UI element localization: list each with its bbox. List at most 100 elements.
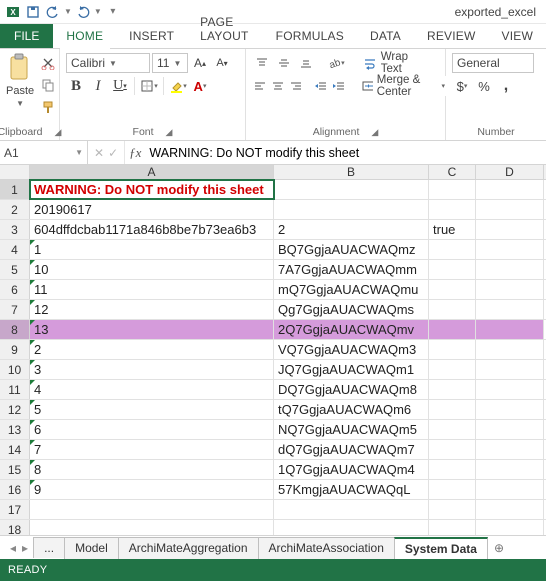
cell-C11[interactable]: [429, 380, 476, 399]
cell-D17[interactable]: [476, 500, 544, 519]
cell-A3[interactable]: 604dffdcbab1171a846b8be7b73ea6b3: [30, 220, 274, 239]
cell-A15[interactable]: 8: [30, 460, 274, 479]
cell-C18[interactable]: [429, 520, 476, 535]
name-box[interactable]: A1▼: [0, 141, 88, 164]
tab-home[interactable]: HOME: [53, 24, 116, 48]
number-format-combo[interactable]: General: [452, 53, 534, 73]
qat-customize-icon[interactable]: ▾: [104, 3, 122, 21]
cell-D14[interactable]: [476, 440, 544, 459]
cell-D18[interactable]: [476, 520, 544, 535]
paste-button[interactable]: Paste ▼: [6, 53, 34, 108]
cell-C7[interactable]: [429, 300, 476, 319]
cell-A1[interactable]: WARNING: Do NOT modify this sheet: [30, 180, 274, 199]
cell-C4[interactable]: [429, 240, 476, 259]
cell-A7[interactable]: 12: [30, 300, 274, 319]
row-header[interactable]: 12: [0, 400, 30, 419]
increase-font-icon[interactable]: A▴: [190, 53, 210, 73]
column-header-C[interactable]: C: [429, 165, 476, 179]
cell-D6[interactable]: [476, 280, 544, 299]
cell-B4[interactable]: BQ7GgjaAUACWAQmz: [274, 240, 429, 259]
cell-D12[interactable]: [476, 400, 544, 419]
tab-view[interactable]: VIEW: [489, 24, 546, 48]
cell-D8[interactable]: [476, 320, 544, 339]
cell-A10[interactable]: 3: [30, 360, 274, 379]
align-middle-icon[interactable]: [274, 53, 294, 73]
cell-D10[interactable]: [476, 360, 544, 379]
cell-C16[interactable]: [429, 480, 476, 499]
cell-D4[interactable]: [476, 240, 544, 259]
row-header[interactable]: 10: [0, 360, 30, 379]
cell-D3[interactable]: [476, 220, 544, 239]
cell-B7[interactable]: Qg7GgjaAUACWAQms: [274, 300, 429, 319]
row-header[interactable]: 4: [0, 240, 30, 259]
cell-C6[interactable]: [429, 280, 476, 299]
row-header[interactable]: 16: [0, 480, 30, 499]
sheet-tab[interactable]: System Data: [394, 537, 488, 559]
save-icon[interactable]: [24, 3, 42, 21]
cell-D13[interactable]: [476, 420, 544, 439]
cell-B17[interactable]: [274, 500, 429, 519]
align-top-icon[interactable]: [252, 53, 272, 73]
borders-button[interactable]: ▾: [139, 76, 159, 96]
tab-data[interactable]: DATA: [357, 24, 414, 48]
cell-C8[interactable]: [429, 320, 476, 339]
tab-page-layout[interactable]: PAGE LAYOUT: [187, 10, 263, 48]
cell-B13[interactable]: NQ7GgjaAUACWAQm5: [274, 420, 429, 439]
merge-center-button[interactable]: Merge & Center▾: [355, 76, 452, 96]
align-left-icon[interactable]: [252, 76, 268, 96]
row-header[interactable]: 13: [0, 420, 30, 439]
underline-button[interactable]: U▾: [110, 76, 130, 96]
tab-review[interactable]: REVIEW: [414, 24, 489, 48]
formula-input[interactable]: [145, 141, 546, 164]
cell-C10[interactable]: [429, 360, 476, 379]
cell-C1[interactable]: [429, 180, 476, 199]
cell-D5[interactable]: [476, 260, 544, 279]
cell-B6[interactable]: mQ7GgjaAUACWAQmu: [274, 280, 429, 299]
sheet-prev-icon[interactable]: ◂: [10, 541, 16, 555]
cell-A8[interactable]: 13: [30, 320, 274, 339]
cell-A18[interactable]: [30, 520, 274, 535]
cell-B18[interactable]: [274, 520, 429, 535]
tab-file[interactable]: FILE: [0, 24, 53, 48]
comma-button[interactable]: ,: [496, 76, 516, 96]
wrap-text-button[interactable]: Wrap Text: [356, 53, 439, 73]
row-header[interactable]: 17: [0, 500, 30, 519]
cell-C15[interactable]: [429, 460, 476, 479]
font-name-combo[interactable]: Calibri▼: [66, 53, 150, 73]
sheet-next-icon[interactable]: ▸: [22, 541, 28, 555]
column-header-B[interactable]: B: [274, 165, 429, 179]
row-header[interactable]: 18: [0, 520, 30, 535]
fx-icon[interactable]: ƒx: [125, 141, 145, 164]
row-header[interactable]: 1: [0, 180, 30, 199]
cell-C17[interactable]: [429, 500, 476, 519]
sheet-tab[interactable]: Model: [64, 537, 119, 559]
cell-B5[interactable]: 7A7GgjaAUACWAQmm: [274, 260, 429, 279]
column-header-A[interactable]: A: [30, 165, 274, 179]
currency-button[interactable]: $▾: [452, 76, 472, 96]
cell-B11[interactable]: DQ7GgjaAUACWAQm8: [274, 380, 429, 399]
cell-C12[interactable]: [429, 400, 476, 419]
cell-D1[interactable]: [476, 180, 544, 199]
cell-A12[interactable]: 5: [30, 400, 274, 419]
worksheet-grid[interactable]: ABCD 1WARNING: Do NOT modify this sheet2…: [0, 165, 546, 535]
decrease-indent-icon[interactable]: [313, 76, 329, 96]
cell-A17[interactable]: [30, 500, 274, 519]
font-size-combo[interactable]: 11▼: [152, 53, 188, 73]
cell-C9[interactable]: [429, 340, 476, 359]
cell-A11[interactable]: 4: [30, 380, 274, 399]
cell-B12[interactable]: tQ7GgjaAUACWAQm6: [274, 400, 429, 419]
cell-A6[interactable]: 11: [30, 280, 274, 299]
cell-C5[interactable]: [429, 260, 476, 279]
cell-B1[interactable]: [274, 180, 429, 199]
sheet-tab[interactable]: ArchiMateAssociation: [258, 537, 395, 559]
align-right-icon[interactable]: [288, 76, 304, 96]
cell-C3[interactable]: true: [429, 220, 476, 239]
cell-B2[interactable]: [274, 200, 429, 219]
row-header[interactable]: 6: [0, 280, 30, 299]
cell-A16[interactable]: 9: [30, 480, 274, 499]
percent-button[interactable]: %: [474, 76, 494, 96]
row-header[interactable]: 14: [0, 440, 30, 459]
column-header-D[interactable]: D: [476, 165, 544, 179]
bold-button[interactable]: B: [66, 76, 86, 96]
row-header[interactable]: 15: [0, 460, 30, 479]
